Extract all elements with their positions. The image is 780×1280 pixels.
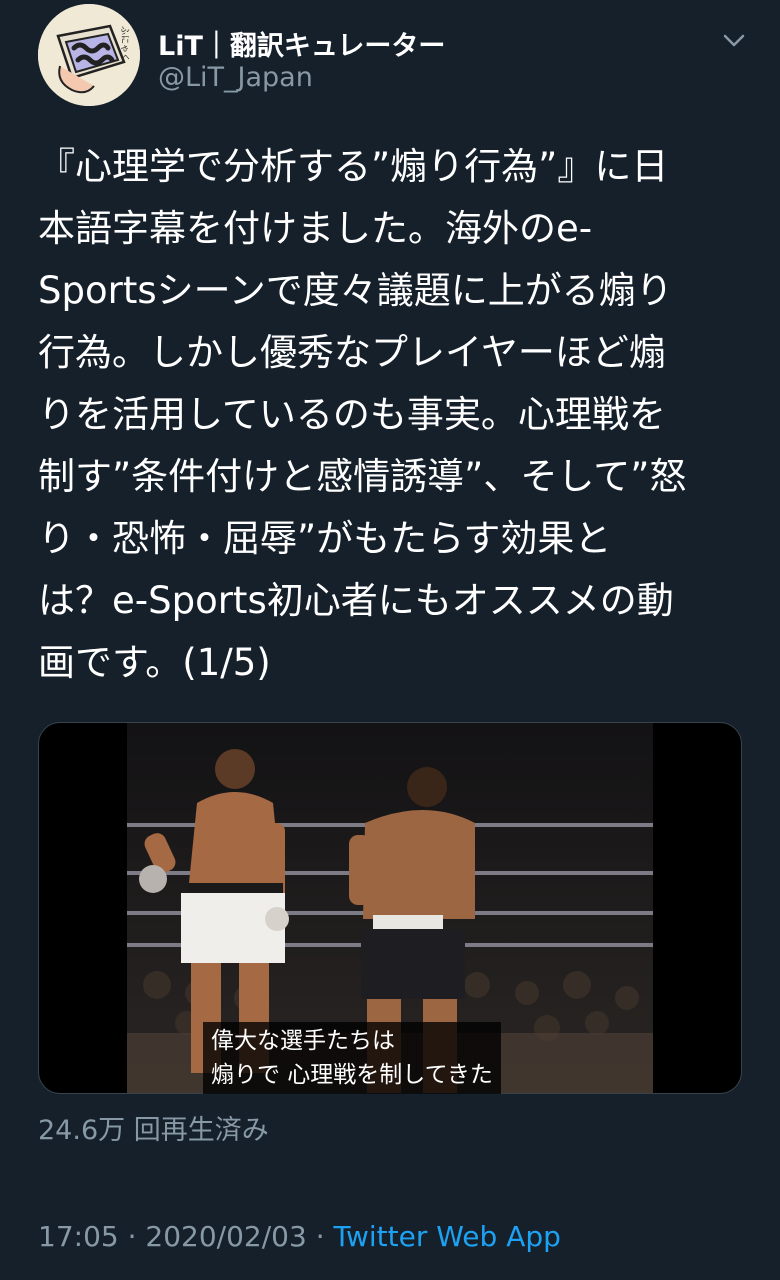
tweet-text-line: りを活用しているのも事実。心理戦を	[38, 393, 666, 436]
user-handle[interactable]: @LiT_Japan	[158, 62, 313, 93]
tweet-date[interactable]: 2020/02/03	[145, 1220, 306, 1253]
tweet-text-line: 本語字幕を付けました。海外のe-	[38, 207, 593, 250]
tweet-text-line: は？e-Sports初心者にもオススメの動	[38, 579, 674, 622]
tweet-text-line: 制す”条件付けと感情誘導”、そして”怒	[38, 455, 687, 498]
tweet-text-line: 『心理学で分析する”煽り行為”』に日	[38, 145, 669, 188]
separator: ·	[118, 1220, 146, 1253]
subtitle-line: 煽りで 心理戦を制してきた	[211, 1062, 493, 1088]
subtitle-line: 偉大な選手たちは	[211, 1028, 395, 1054]
view-count: 24.6万 回再生済み	[38, 1115, 269, 1146]
tweet-text-line: 画です。(1/5)	[38, 641, 271, 684]
svg-text:ふにゃく: ふにゃく	[119, 26, 130, 62]
tweet-text-line: Sportsシーンで度々議題に上がる煽り	[38, 269, 673, 312]
avatar-illustration: ふにゃく	[38, 4, 140, 106]
avatar[interactable]: ふにゃく	[38, 4, 140, 106]
tweet-text-line: 行為。しかし優秀なプレイヤーほど煽	[38, 331, 666, 374]
tweet-text-line: り・恐怖・屈辱”がもたらす効果と	[38, 517, 612, 560]
tweet-text: 『心理学で分析する”煽り行為”』に日 本語字幕を付けました。海外のe- Spor…	[38, 136, 744, 694]
tweet-metadata: 17:05 · 2020/02/03 · Twitter Web App	[38, 1220, 561, 1253]
tweet-header: ふにゃく LiT｜翻訳キュレーター @LiT_Japan	[38, 4, 748, 106]
chevron-down-icon[interactable]	[720, 26, 748, 54]
source-app-link[interactable]: Twitter Web App	[334, 1220, 561, 1253]
display-name[interactable]: LiT｜翻訳キュレーター	[158, 24, 445, 63]
video-subtitle: 偉大な選手たちは 煽りで 心理戦を制してきた	[203, 1022, 501, 1094]
tweet-time[interactable]: 17:05	[38, 1220, 119, 1253]
separator: ·	[306, 1220, 334, 1253]
